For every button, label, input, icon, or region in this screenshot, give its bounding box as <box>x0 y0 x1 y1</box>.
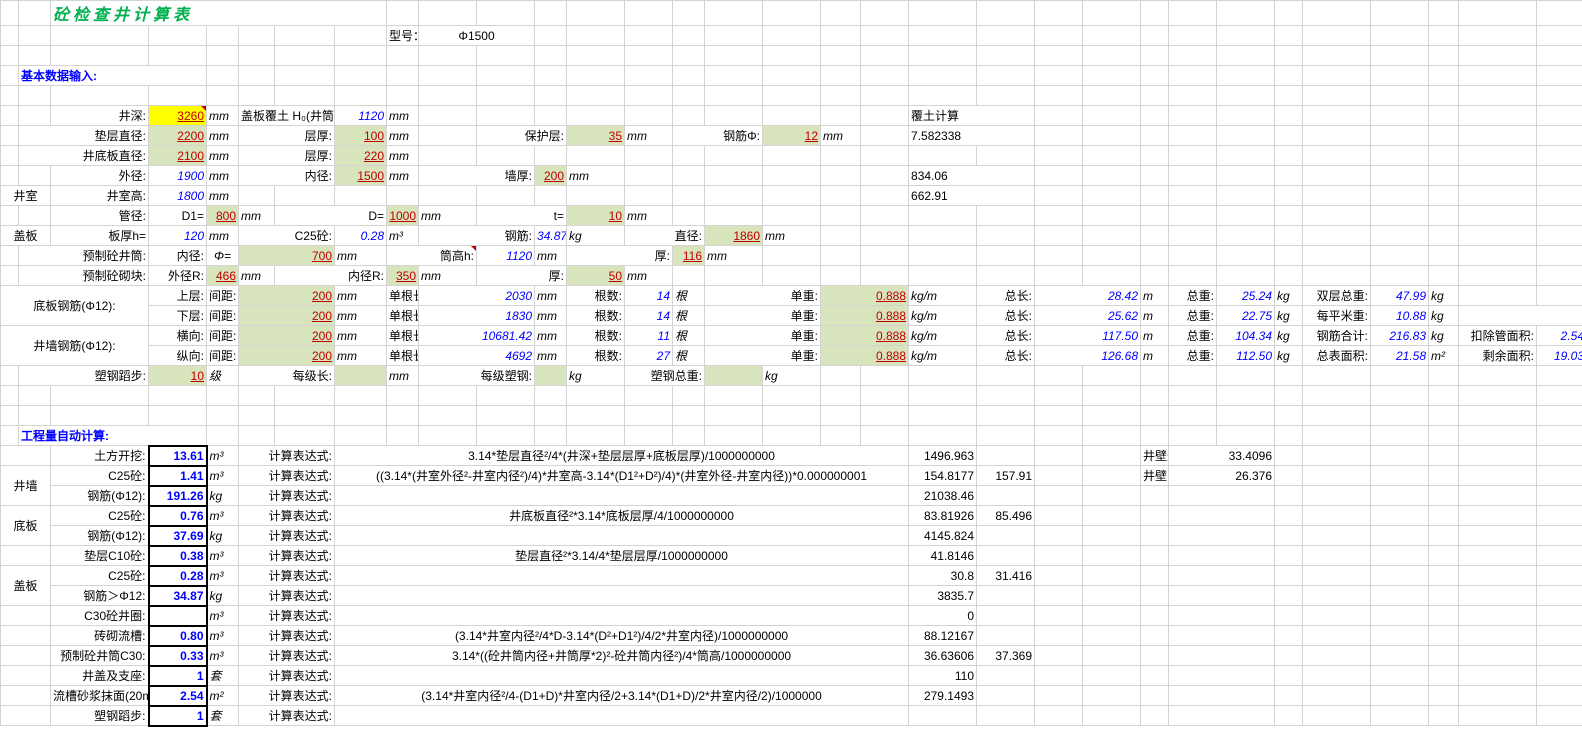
qty-value: 0.28 <box>149 566 207 586</box>
qty-value: 1.41 <box>149 466 207 486</box>
formula: ((3.14*(井室外径²-井室内径²)/4)*井室高-3.14*(D1²+D²… <box>335 466 909 486</box>
qty-value: 191.26 <box>149 486 207 506</box>
section-auto: 工程量自动计算: <box>19 426 207 446</box>
qty-label: 井盖及支座: <box>51 666 149 686</box>
qty-label: 预制砼井筒C30: <box>51 646 149 666</box>
spreadsheet[interactable]: 砼 检 查 井 计 算 表型号：Φ1500基本数据输入:井深:3260mm盖板覆… <box>0 0 1582 727</box>
formula <box>335 706 909 726</box>
formula: (3.14*井室内径²/4-(D1+D)*井室内径/2+3.14*(D1+D)/… <box>335 686 909 706</box>
formula: 3.14*((砼井筒内径+井筒厚*2)²-砼井筒内径²)/4*筒高/100000… <box>335 646 909 666</box>
section-input: 基本数据输入: <box>19 66 207 86</box>
qty-value: 37.69 <box>149 526 207 546</box>
qty-value: 2.54 <box>149 686 207 706</box>
formula <box>335 666 909 686</box>
formula: (3.14*井室内径²/4*D-3.14*(D²+D1²)/4/2*井室内径)/… <box>335 626 909 646</box>
qty-value: 1 <box>149 666 207 686</box>
qty-value: 1 <box>149 706 207 726</box>
qty-label: 土方开挖: <box>51 446 149 466</box>
title: 砼 检 查 井 计 算 表 <box>51 1 387 26</box>
formula <box>335 606 909 626</box>
formula: 垫层直径²*3.14/4*垫层层厚/1000000000 <box>335 546 909 566</box>
qty-value: 0.76 <box>149 506 207 526</box>
formula <box>335 566 909 586</box>
formula <box>335 486 909 506</box>
qty-value: 13.61 <box>149 446 207 466</box>
qty-label: C30砼井圈: <box>51 606 149 626</box>
qty-value: 0.80 <box>149 626 207 646</box>
cover-calc: 覆土计算 <box>909 106 1035 126</box>
qty-label: 钢筋＞Φ12: <box>51 586 149 606</box>
qty-value <box>149 606 207 626</box>
qty-label: 流槽砂浆抹面(20mm): <box>51 686 149 706</box>
formula <box>335 586 909 606</box>
qty-label: 钢筋(Φ12): <box>51 526 149 546</box>
qty-value: 34.87 <box>149 586 207 606</box>
qty-label: 塑钢蹈步: <box>51 706 149 726</box>
qty-value: 0.38 <box>149 546 207 566</box>
qty-label: C25砼: <box>51 506 149 526</box>
formula <box>335 526 909 546</box>
qty-value: 0.33 <box>149 646 207 666</box>
cover-h0-lbl: 盖板覆土 H₀(井筒高)= <box>239 106 335 126</box>
model: Φ1500 <box>419 26 535 46</box>
qty-label: 砖砌流槽: <box>51 626 149 646</box>
well-depth[interactable]: 3260 <box>149 106 207 126</box>
qty-label: 垫层C10砼: <box>51 546 149 566</box>
formula: 3.14*垫层直径²/4*(井深+垫层层厚+底板层厚)/1000000000 <box>335 446 909 466</box>
model-lbl: 型号： <box>387 26 419 46</box>
formula: 井底板直径²*3.14*底板层厚/4/1000000000 <box>335 506 909 526</box>
qty-label: C25砼: <box>51 466 149 486</box>
qty-label: C25砼: <box>51 566 149 586</box>
qty-label: 钢筋(Φ12): <box>51 486 149 506</box>
